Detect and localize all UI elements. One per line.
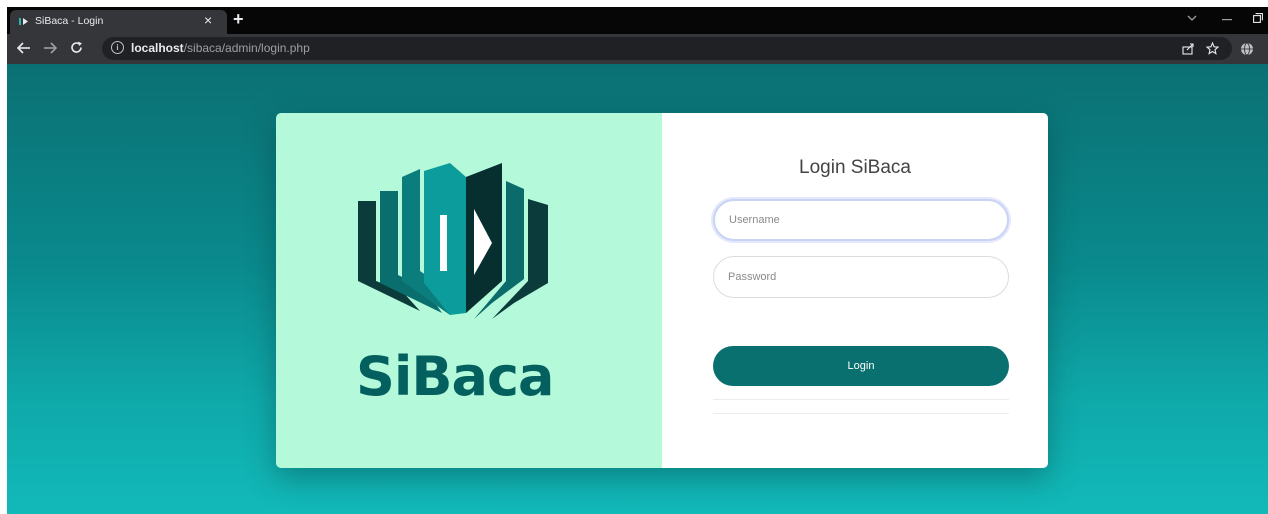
tab-strip: SiBaca - Login × + [7, 7, 1268, 34]
tab-search-icon[interactable] [1187, 15, 1197, 22]
url-path: /sibaca/admin/login.php [183, 41, 310, 55]
reload-icon[interactable] [70, 41, 83, 54]
browser-toolbar: i localhost/sibaca/admin/login.php [7, 34, 1268, 64]
login-card: SiBaca Login SiBaca Login [276, 113, 1048, 468]
star-icon[interactable] [1206, 42, 1219, 55]
brand-name: SiBaca [356, 345, 554, 408]
book-logo-icon [358, 163, 548, 319]
login-title: Login SiBaca [799, 157, 911, 178]
url-text[interactable]: localhost/sibaca/admin/login.php [131, 41, 310, 55]
password-input[interactable] [713, 256, 1009, 298]
info-icon[interactable]: i [111, 41, 124, 54]
restore-icon[interactable] [1253, 13, 1263, 23]
favicon-icon [19, 18, 28, 25]
tab-sibaca-login[interactable]: SiBaca - Login × [10, 10, 227, 34]
divider-bottom [713, 413, 1009, 414]
login-button[interactable]: Login [713, 346, 1009, 386]
extension-globe-icon[interactable] [1240, 42, 1254, 56]
divider-top [713, 399, 1009, 400]
share-icon[interactable] [1182, 42, 1195, 55]
minimize-icon[interactable] [1222, 19, 1232, 21]
new-tab-button[interactable]: + [233, 9, 244, 30]
tab-title: SiBaca - Login [35, 15, 104, 27]
back-icon[interactable] [17, 42, 31, 54]
page-viewport: SiBaca Login SiBaca Login [7, 64, 1268, 514]
browser-window: SiBaca - Login × + i localhost/sibaca/ad… [7, 7, 1268, 514]
login-form-panel: Login SiBaca Login [662, 113, 1048, 468]
forward-icon[interactable] [43, 42, 57, 54]
username-input[interactable] [713, 199, 1009, 241]
url-host: localhost [131, 41, 184, 55]
brand-panel: SiBaca [276, 113, 662, 468]
address-bar[interactable]: i localhost/sibaca/admin/login.php [102, 37, 1232, 60]
tab-close-icon[interactable]: × [204, 12, 212, 28]
